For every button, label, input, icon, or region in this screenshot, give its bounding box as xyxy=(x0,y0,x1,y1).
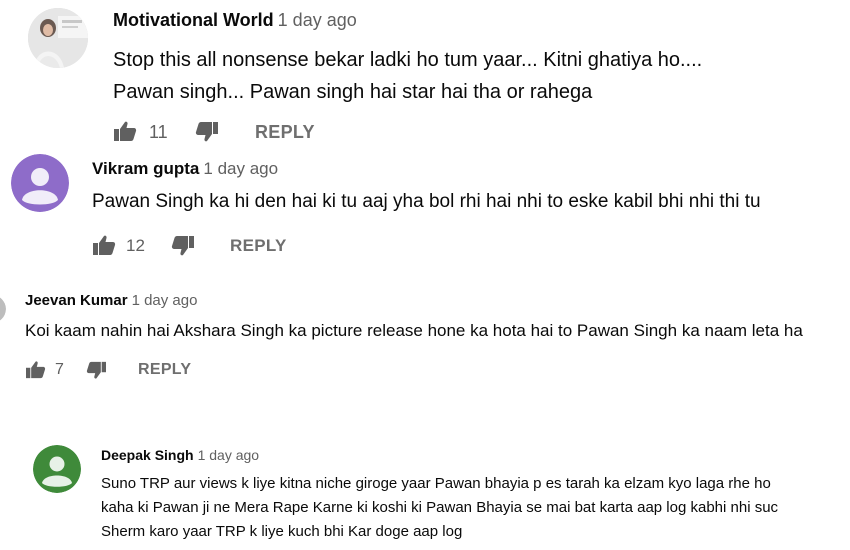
comment-line: kaha ki Pawan ji ne Mera Rape Karne ki k… xyxy=(101,499,779,516)
comments-section: Motivational World 1 day ago Stop this al… xyxy=(0,0,850,550)
comment-author[interactable]: Motivational World 1 day ago xyxy=(113,10,357,31)
thumbs-up-icon xyxy=(93,235,116,255)
comment-author[interactable]: Deepak Singh 1 day ago xyxy=(101,447,259,463)
thumbs-down-icon xyxy=(195,122,218,142)
comment-timestamp[interactable]: 1 day ago xyxy=(132,292,198,309)
author-name[interactable]: Jeevan Kumar xyxy=(25,292,128,309)
default-avatar-icon xyxy=(0,297,6,321)
comment-text: Stop this all nonsense bekar ladki ho tu… xyxy=(113,44,702,108)
author-name[interactable]: Deepak Singh xyxy=(101,447,194,463)
comment-line: Sherm karo yaar TRP k liye kuch bhi Kar … xyxy=(101,523,463,540)
avatar[interactable] xyxy=(28,8,88,68)
like-button[interactable] xyxy=(113,120,137,147)
dislike-button[interactable] xyxy=(171,235,195,262)
avatar[interactable] xyxy=(11,154,69,212)
comment-actions: 12 REPLY xyxy=(92,234,392,258)
dislike-button[interactable] xyxy=(195,121,219,148)
comment-line: Suno TRP aur views k liye kitna niche gi… xyxy=(101,475,771,492)
profile-photo-icon xyxy=(28,8,88,68)
like-button[interactable] xyxy=(25,360,46,384)
comment-text: Pawan Singh ka hi den hai ki tu aaj yha … xyxy=(92,188,761,216)
reply-button[interactable]: REPLY xyxy=(255,122,315,143)
default-avatar-icon xyxy=(33,445,81,493)
comment-text: Suno TRP aur views k liye kitna niche gi… xyxy=(101,472,778,544)
comment-timestamp[interactable]: 1 day ago xyxy=(198,447,260,463)
comment-line: Pawan Singh ka hi den hai ki tu aaj yha … xyxy=(92,191,761,212)
dislike-button[interactable] xyxy=(86,361,107,385)
avatar[interactable] xyxy=(0,295,6,323)
like-count: 12 xyxy=(126,236,145,255)
comment-line: Koi kaam nahin hai Akshara Singh ka pict… xyxy=(25,321,803,340)
comment-text: Koi kaam nahin hai Akshara Singh ka pict… xyxy=(25,318,803,344)
thumbs-down-icon xyxy=(86,361,106,379)
reply-button[interactable]: REPLY xyxy=(230,236,287,256)
thumbs-up-icon xyxy=(114,121,137,141)
author-name[interactable]: Vikram gupta xyxy=(92,159,199,178)
comment-actions: 11 REPLY xyxy=(113,120,413,144)
comment-timestamp[interactable]: 1 day ago xyxy=(203,159,278,178)
reply-button[interactable]: REPLY xyxy=(138,361,191,379)
comment-actions: 7 REPLY xyxy=(25,360,285,384)
comment-line: Pawan singh... Pawan singh hai star hai … xyxy=(113,81,593,103)
author-name[interactable]: Motivational World xyxy=(113,10,274,30)
default-avatar-icon xyxy=(11,154,69,212)
avatar[interactable] xyxy=(33,445,81,493)
comment-author[interactable]: Vikram gupta 1 day ago xyxy=(92,159,278,179)
thumbs-down-icon xyxy=(171,236,194,256)
comment-author[interactable]: Jeevan Kumar 1 day ago xyxy=(25,292,197,309)
like-button[interactable] xyxy=(92,234,116,261)
comment-timestamp[interactable]: 1 day ago xyxy=(278,10,357,30)
like-count: 11 xyxy=(149,122,168,142)
comment-line: Stop this all nonsense bekar ladki ho tu… xyxy=(113,49,703,71)
like-count: 7 xyxy=(55,361,64,378)
thumbs-up-icon xyxy=(26,361,46,379)
